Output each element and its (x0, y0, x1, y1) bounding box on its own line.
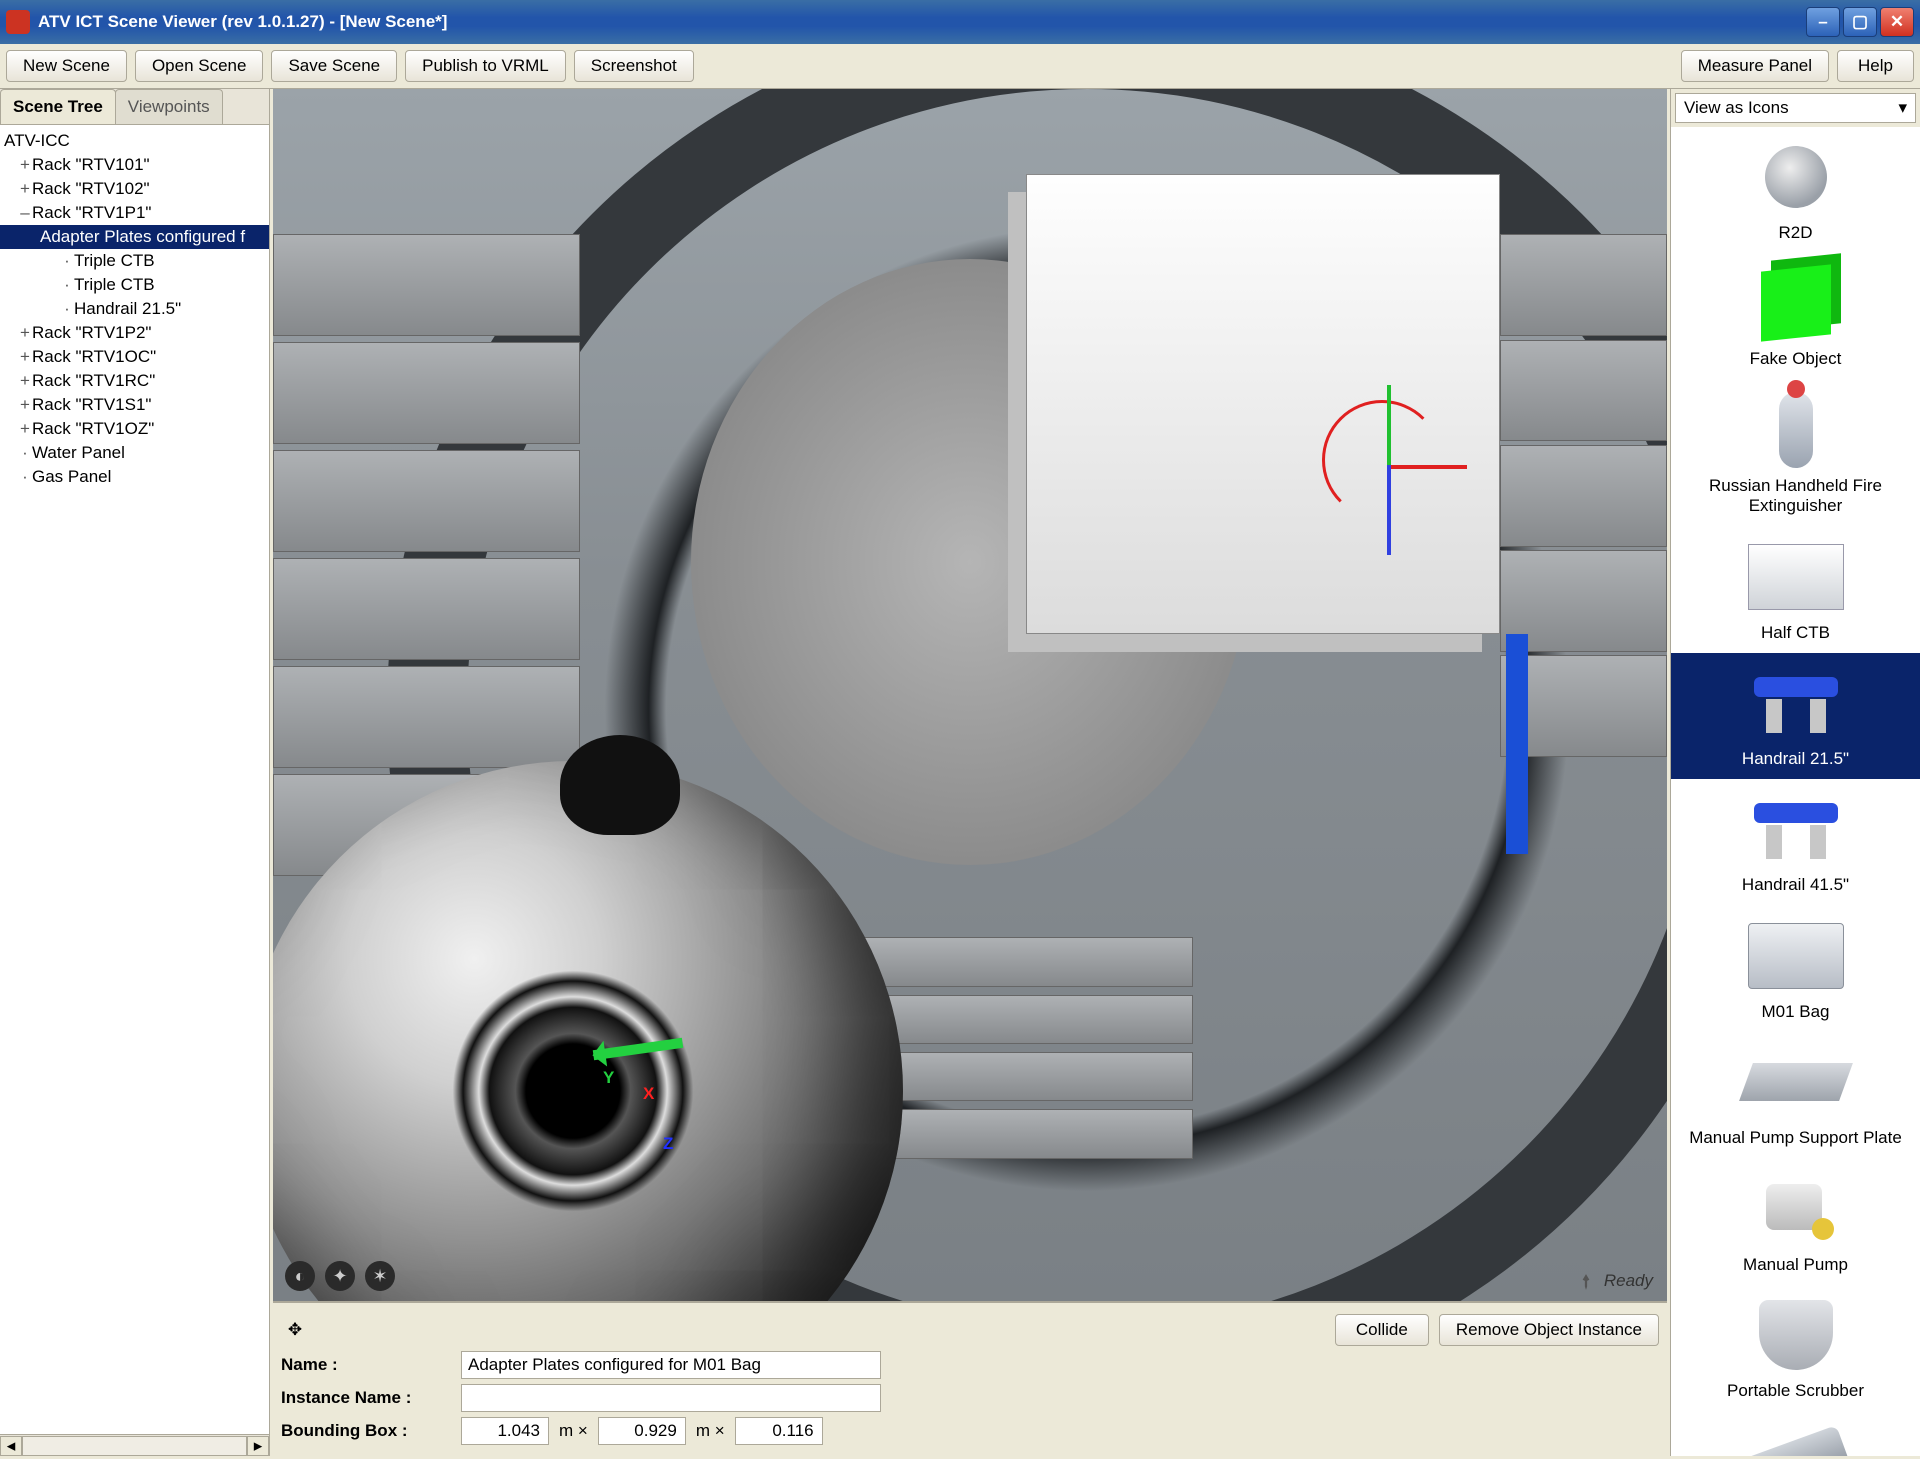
palette-item-label: Manual Pump (1743, 1255, 1848, 1275)
help-button[interactable]: Help (1837, 50, 1914, 82)
move-tool-icon[interactable]: ✥ (281, 1316, 309, 1344)
new-scene-button[interactable]: New Scene (6, 50, 127, 82)
tree-root[interactable]: ATV-ICC (0, 129, 269, 153)
extinguisher-icon (1779, 392, 1813, 468)
properties-panel: ✥ Collide Remove Object Instance Name : … (273, 1301, 1667, 1456)
pin-icon[interactable] (1577, 1273, 1595, 1291)
tree-item[interactable]: ·Triple CTB (0, 249, 269, 273)
palette-item-scrubber[interactable]: Portable Scrubber (1671, 1285, 1920, 1411)
ctb-icon (1748, 544, 1844, 610)
maximize-button[interactable]: ▢ (1843, 7, 1877, 37)
chevron-down-icon: ▾ (1898, 98, 1907, 118)
bbox-x-field[interactable]: 1.043 (461, 1417, 549, 1445)
handrail-icon (1748, 673, 1844, 733)
tree-horizontal-scrollbar[interactable]: ◂ ▸ (0, 1434, 269, 1456)
axis-y-label: Y (603, 1068, 614, 1087)
palette-item-label: Russian Handheld Fire Extinguisher (1677, 476, 1914, 517)
open-scene-button[interactable]: Open Scene (135, 50, 264, 82)
handrail-icon (1748, 799, 1844, 859)
viewport-status: Ready (1604, 1271, 1653, 1291)
bounding-box-label: Bounding Box : (281, 1421, 451, 1441)
tree-item[interactable]: –Rack "RTV1P1" (0, 201, 269, 225)
palette-item-fire-extinguisher[interactable]: Russian Handheld Fire Extinguisher (1671, 380, 1920, 527)
minimize-button[interactable]: – (1806, 7, 1840, 37)
window-title: ATV ICT Scene Viewer (rev 1.0.1.27) - [N… (38, 12, 447, 32)
save-scene-button[interactable]: Save Scene (271, 50, 397, 82)
tree-item[interactable]: +Rack "RTV1OZ" (0, 417, 269, 441)
palette-item-label: Fake Object (1750, 349, 1842, 369)
close-button[interactable]: ✕ (1880, 7, 1914, 37)
publish-vrml-button[interactable]: Publish to VRML (405, 50, 566, 82)
viewport-tool-2-icon[interactable]: ✦ (325, 1261, 355, 1291)
bbox-unit-2: m × (696, 1421, 725, 1441)
handrail-object (1506, 634, 1528, 854)
scroll-right-icon[interactable]: ▸ (247, 1436, 269, 1456)
pump-icon (1756, 1174, 1836, 1244)
main-toolbar: New Scene Open Scene Save Scene Publish … (0, 44, 1920, 89)
palette-item-handrail-21[interactable]: Handrail 21.5" (1671, 653, 1920, 779)
orientation-axes: Y X Z (603, 1054, 614, 1091)
palette-item-half-ctb[interactable]: Half CTB (1671, 527, 1920, 653)
bbox-y-field[interactable]: 0.929 (598, 1417, 686, 1445)
scene-tree[interactable]: ATV-ICC +Rack "RTV101" +Rack "RTV102" –R… (0, 125, 269, 1434)
palette-item-label: Manual Pump Support Plate (1689, 1128, 1902, 1148)
collide-button[interactable]: Collide (1335, 1314, 1429, 1346)
tree-item[interactable]: ·Water Panel (0, 441, 269, 465)
3d-viewport[interactable]: Y X Z ◐ ✦ ✶ Ready (273, 89, 1667, 1301)
palette-item-r2d[interactable]: R2D (1671, 127, 1920, 253)
bag-icon (1748, 923, 1844, 989)
palette-item-label: Half CTB (1761, 623, 1830, 643)
instance-name-label: Instance Name : (281, 1388, 451, 1408)
name-field[interactable]: Adapter Plates configured for M01 Bag (461, 1351, 881, 1379)
window-titlebar: ATV ICT Scene Viewer (rev 1.0.1.27) - [N… (0, 0, 1920, 44)
gun-icon (1742, 1425, 1850, 1456)
axis-z-label: Z (663, 1134, 673, 1154)
tab-scene-tree[interactable]: Scene Tree (0, 89, 116, 124)
tree-item[interactable]: +Rack "RTV101" (0, 153, 269, 177)
measure-panel-button[interactable]: Measure Panel (1681, 50, 1829, 82)
palette-item-label: R2D (1778, 223, 1812, 243)
r2d-icon (1765, 146, 1827, 208)
palette-item-label: Portable Scrubber (1727, 1381, 1864, 1401)
palette-item-manual-pump[interactable]: Manual Pump (1671, 1159, 1920, 1285)
palette-item-fake-object[interactable]: Fake Object (1671, 253, 1920, 379)
tree-item[interactable]: ·Gas Panel (0, 465, 269, 489)
left-panel: Scene Tree Viewpoints ATV-ICC +Rack "RTV… (0, 89, 270, 1456)
viewport-tool-1-icon[interactable]: ◐ (285, 1261, 315, 1291)
instance-name-field[interactable] (461, 1384, 881, 1412)
palette-item-ratchet-gun[interactable]: Ratchet Gun (1671, 1411, 1920, 1456)
object-palette-panel: View as Icons ▾ R2D Fake Object Russian … (1670, 89, 1920, 1456)
palette-view-mode-label: View as Icons (1684, 98, 1789, 118)
bbox-z-field[interactable]: 0.116 (735, 1417, 823, 1445)
palette-item-label: M01 Bag (1761, 1002, 1829, 1022)
tree-item[interactable]: +Rack "RTV102" (0, 177, 269, 201)
transform-gizmo[interactable] (1302, 380, 1472, 550)
app-icon (6, 10, 30, 34)
palette-view-mode-dropdown[interactable]: View as Icons ▾ (1675, 93, 1916, 123)
palette-item-label: Handrail 41.5" (1742, 875, 1849, 895)
tree-item[interactable]: ·Triple CTB (0, 273, 269, 297)
tree-item-selected[interactable]: Adapter Plates configured f (0, 225, 269, 249)
tree-item[interactable]: +Rack "RTV1P2" (0, 321, 269, 345)
remove-object-button[interactable]: Remove Object Instance (1439, 1314, 1659, 1346)
bbox-unit-1: m × (559, 1421, 588, 1441)
tree-item[interactable]: +Rack "RTV1RC" (0, 369, 269, 393)
palette-item-pump-plate[interactable]: Manual Pump Support Plate (1671, 1032, 1920, 1158)
tree-item[interactable]: ·Handrail 21.5" (0, 297, 269, 321)
palette-item-handrail-41[interactable]: Handrail 41.5" (1671, 779, 1920, 905)
scroll-left-icon[interactable]: ◂ (0, 1436, 22, 1456)
palette-item-m01-bag[interactable]: M01 Bag (1671, 906, 1920, 1032)
screenshot-button[interactable]: Screenshot (574, 50, 694, 82)
tab-viewpoints[interactable]: Viewpoints (115, 89, 223, 124)
scrubber-icon (1759, 1300, 1833, 1370)
tree-item[interactable]: +Rack "RTV1S1" (0, 393, 269, 417)
plate-icon (1739, 1063, 1853, 1101)
cube-icon (1761, 265, 1831, 342)
tree-item[interactable]: +Rack "RTV1OC" (0, 345, 269, 369)
axis-x-label: X (643, 1084, 654, 1104)
palette-item-label: Handrail 21.5" (1742, 749, 1849, 769)
object-palette[interactable]: R2D Fake Object Russian Handheld Fire Ex… (1671, 127, 1920, 1456)
name-label: Name : (281, 1355, 451, 1375)
viewport-tool-3-icon[interactable]: ✶ (365, 1261, 395, 1291)
